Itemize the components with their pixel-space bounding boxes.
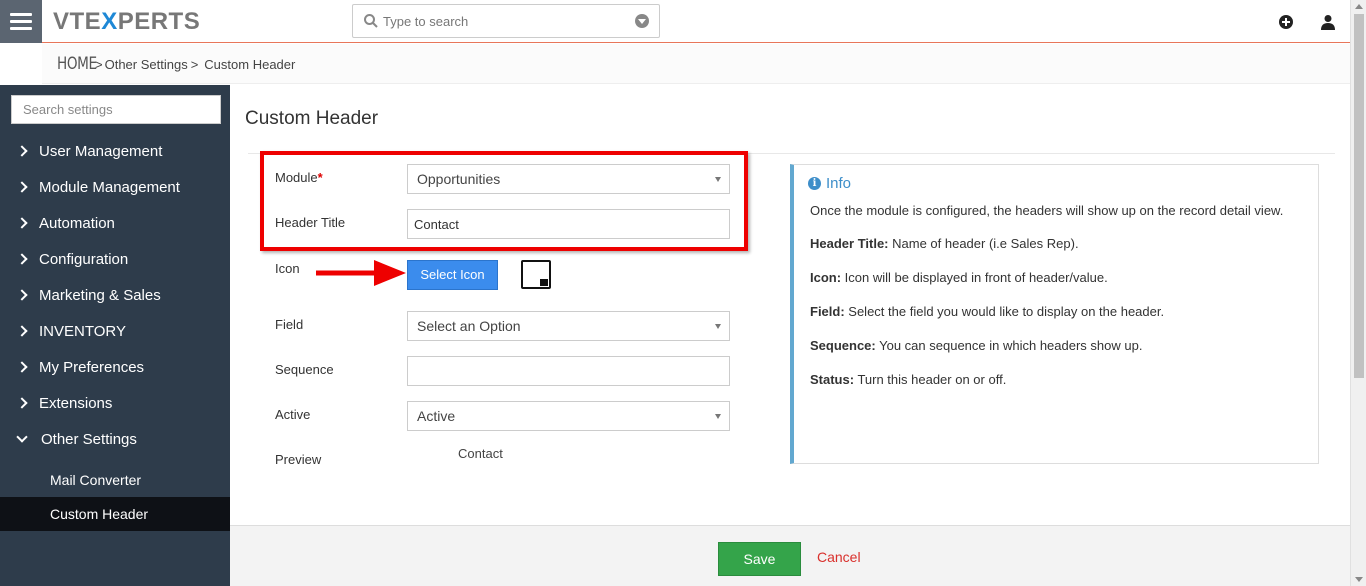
info-line: Header Title: Name of header (i.e Sales … [810, 236, 1079, 251]
breadcrumb-home[interactable]: HOME [57, 54, 97, 74]
search-icon [364, 14, 378, 28]
add-icon[interactable] [1279, 15, 1293, 29]
chevron-right-icon [16, 253, 28, 265]
highlight-annotation-box [260, 151, 748, 251]
scroll-down-icon[interactable] [1355, 577, 1363, 582]
sidebar-item-module-management[interactable]: Module Management [0, 169, 230, 205]
search-placeholder: Type to search [383, 14, 469, 29]
sidebar-subitem-custom-header[interactable]: Custom Header [0, 497, 230, 531]
top-navbar: VTEXPERTS Type to search [0, 0, 1350, 43]
sidebar-item-automation[interactable]: Automation [0, 205, 230, 241]
caret-down-icon [715, 414, 721, 419]
breadcrumb-bar: HOME > Other Settings > Custom Header [0, 44, 1350, 84]
cancel-link[interactable]: Cancel [817, 549, 861, 565]
sidebar-item-inventory[interactable]: INVENTORY [0, 313, 230, 349]
breadcrumb-current: Custom Header [204, 57, 296, 72]
page-scrollbar[interactable] [1350, 0, 1366, 586]
sidebar-subitem-mail-converter[interactable]: Mail Converter [0, 463, 230, 497]
global-search-input[interactable]: Type to search [352, 4, 660, 38]
chevron-down-icon[interactable] [635, 14, 649, 28]
preview-label: Preview [275, 452, 322, 467]
chevron-right-icon [16, 325, 28, 337]
sequence-input[interactable] [407, 356, 730, 386]
info-panel: i Info Once the module is configured, the… [790, 164, 1319, 464]
arrow-right-icon [316, 260, 406, 286]
select-icon-button[interactable]: Select Icon [407, 260, 498, 290]
chevron-right-icon [16, 397, 28, 409]
menu-icon[interactable] [0, 0, 42, 43]
chevron-down-icon [16, 431, 28, 443]
icon-label: Icon [275, 261, 300, 276]
preview-value: Contact [458, 446, 503, 461]
info-line: Status: Turn this header on or off. [810, 372, 1007, 387]
breadcrumb-separator: > [190, 57, 199, 72]
main-content: Custom Header Module* Opportunities Head… [230, 85, 1350, 586]
page-title: Custom Header [245, 108, 379, 129]
sidebar-item-marketing-sales[interactable]: Marketing & Sales [0, 277, 230, 313]
info-intro: Once the module is configured, the heade… [810, 203, 1284, 218]
sidebar-search-input[interactable]: Search settings [11, 95, 221, 124]
field-label: Field [275, 317, 304, 332]
info-icon: i [808, 177, 821, 190]
breadcrumb: HOME > Other Settings > Custom Header [57, 54, 295, 74]
user-icon[interactable] [1321, 14, 1335, 30]
chevron-right-icon [16, 361, 28, 373]
save-button[interactable]: Save [718, 542, 801, 576]
info-line: Sequence: You can sequence in which head… [810, 338, 1143, 353]
chevron-right-icon [16, 181, 28, 193]
field-select[interactable]: Select an Option [407, 311, 730, 341]
icon-preview[interactable] [521, 260, 551, 289]
caret-down-icon [715, 324, 721, 329]
sequence-label: Sequence [275, 362, 334, 377]
info-line: Icon: Icon will be displayed in front of… [810, 270, 1108, 285]
sidebar-item-my-preferences[interactable]: My Preferences [0, 349, 230, 385]
info-line: Field: Select the field you would like t… [810, 304, 1165, 319]
app-logo[interactable]: VTEXPERTS [53, 8, 200, 36]
sidebar-item-extensions[interactable]: Extensions [0, 385, 230, 421]
scroll-thumb[interactable] [1354, 14, 1364, 378]
chevron-right-icon [16, 217, 28, 229]
settings-sidebar: Search settings User Management Module M… [0, 85, 230, 586]
form-footer: Save Cancel [230, 525, 1350, 586]
sidebar-item-configuration[interactable]: Configuration [0, 241, 230, 277]
info-title: i Info [808, 175, 1318, 192]
sidebar-item-other-settings[interactable]: Other Settings [0, 421, 230, 457]
chevron-right-icon [16, 145, 28, 157]
active-select[interactable]: Active [407, 401, 730, 431]
active-label: Active [275, 407, 311, 422]
sidebar-search-placeholder: Search settings [23, 102, 113, 117]
breadcrumb-other-settings[interactable]: Other Settings [105, 57, 188, 72]
scroll-up-icon[interactable] [1355, 4, 1363, 9]
chevron-right-icon [16, 289, 28, 301]
sidebar-item-user-management[interactable]: User Management [0, 133, 230, 169]
